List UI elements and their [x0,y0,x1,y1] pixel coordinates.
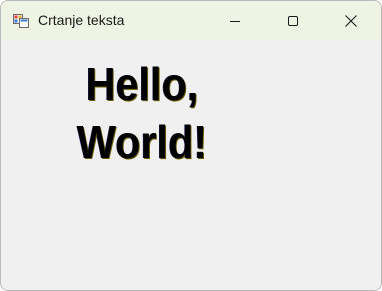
drawn-text-line-2: World! [76,116,208,168]
close-button[interactable] [328,1,374,40]
client-area[interactable]: Hello, World! [1,40,381,290]
title-bar[interactable]: Crtanje teksta [1,1,381,40]
drawn-text: Hello, World! [66,55,219,171]
close-icon [345,14,357,27]
minimize-button[interactable] [212,1,258,40]
windows-forms-app-icon [13,12,29,28]
maximize-button[interactable] [270,1,316,40]
minimize-icon [230,20,240,22]
drawn-text-line-1: Hello, [85,58,199,110]
window-title: Crtanje teksta [38,12,125,28]
app-window: Crtanje teksta Hello, World! [0,0,382,291]
maximize-icon [288,15,298,26]
